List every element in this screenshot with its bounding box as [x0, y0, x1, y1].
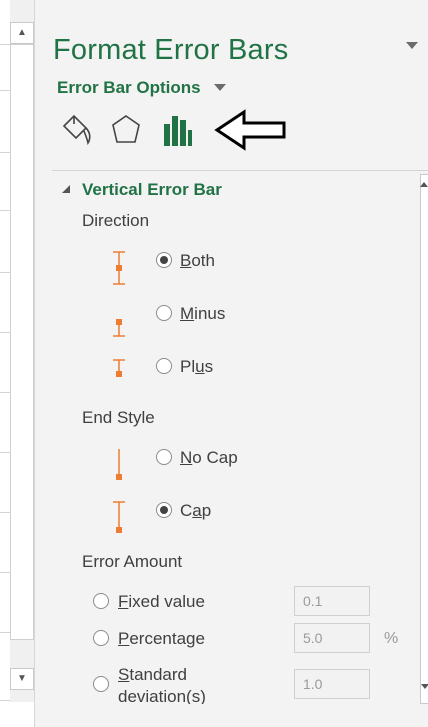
grid-line — [0, 512, 10, 513]
direction-plus-radio[interactable] — [156, 358, 172, 374]
end-style-cap-radio[interactable] — [156, 502, 172, 518]
grid-line — [0, 44, 10, 45]
pane-bottom-edge — [36, 704, 428, 727]
error-bar-both-icon — [113, 251, 125, 285]
direction-label: Direction — [82, 211, 150, 230]
paint-bucket-icon[interactable] — [58, 112, 94, 148]
direction-plus-label[interactable]: Plus — [180, 357, 213, 377]
error-bar-minus-icon — [113, 319, 125, 337]
scroll-up-button[interactable]: ▲ — [10, 22, 34, 44]
grid-line — [0, 90, 10, 91]
collapse-triangle-icon[interactable] — [60, 183, 72, 195]
grid-line — [0, 332, 10, 333]
fixed-value-radio[interactable] — [93, 593, 109, 609]
fixed-value-label[interactable]: Fixed value — [118, 592, 205, 612]
grid-line — [0, 452, 10, 453]
percent-sign: % — [384, 630, 399, 647]
grid-line — [0, 152, 10, 153]
direction-both-label[interactable]: Both — [180, 251, 215, 271]
end-style-no-cap-icon — [116, 449, 122, 480]
divider — [52, 170, 428, 171]
format-error-bars-pane: Format Error Bars Error Bar Options Vert… — [36, 0, 428, 727]
standard-deviation-radio[interactable] — [93, 676, 109, 692]
direction-minus-label[interactable]: Minus — [180, 304, 225, 324]
chevron-down-icon[interactable] — [214, 84, 226, 91]
percentage-input[interactable]: 5.0 — [294, 623, 370, 653]
grid-line — [0, 700, 10, 701]
grid-line — [0, 572, 10, 573]
end-style-cap-icon — [113, 501, 125, 533]
grid-line — [0, 632, 10, 633]
grid-line — [0, 272, 10, 273]
error-bar-plus-icon — [113, 359, 125, 377]
end-style-no-cap-label[interactable]: No Cap — [180, 448, 238, 468]
error-bar-options-dropdown[interactable]: Error Bar Options — [57, 78, 201, 98]
scroll-down-button[interactable]: ▼ — [10, 668, 34, 690]
direction-both-radio[interactable] — [156, 252, 172, 268]
scroll-thumb[interactable] — [10, 44, 34, 640]
pentagon-icon[interactable] — [108, 112, 144, 148]
end-style-label: End Style — [82, 408, 155, 427]
standard-deviation-input[interactable]: 1.0 — [294, 669, 370, 699]
percentage-label[interactable]: Percentage — [118, 629, 205, 649]
left-arrow-annotation-icon — [214, 109, 286, 151]
grid-line — [0, 392, 10, 393]
scroll-corner — [10, 702, 34, 727]
pane-scroll-up-icon[interactable] — [420, 182, 428, 187]
bar-chart-icon[interactable] — [160, 112, 196, 148]
vertical-error-bar-section-header[interactable]: Vertical Error Bar — [82, 180, 222, 200]
sheet-vertical-scrollbar[interactable]: ▲ ▼ — [10, 0, 35, 727]
pane-scroll-down-icon[interactable] — [421, 684, 428, 689]
direction-minus-radio[interactable] — [156, 305, 172, 321]
percentage-radio[interactable] — [93, 630, 109, 646]
end-style-no-cap-radio[interactable] — [156, 449, 172, 465]
grid-line — [0, 210, 10, 211]
error-amount-label: Error Amount — [82, 552, 183, 571]
pane-options-caret-icon[interactable] — [406, 42, 418, 49]
standard-deviation-label[interactable]: Standard deviation(s) — [118, 664, 206, 708]
end-style-cap-label[interactable]: Cap — [180, 501, 211, 521]
pane-title: Format Error Bars — [53, 34, 289, 66]
fixed-value-input[interactable]: 0.1 — [294, 586, 370, 616]
pane-vertical-scrollbar[interactable] — [420, 174, 428, 704]
